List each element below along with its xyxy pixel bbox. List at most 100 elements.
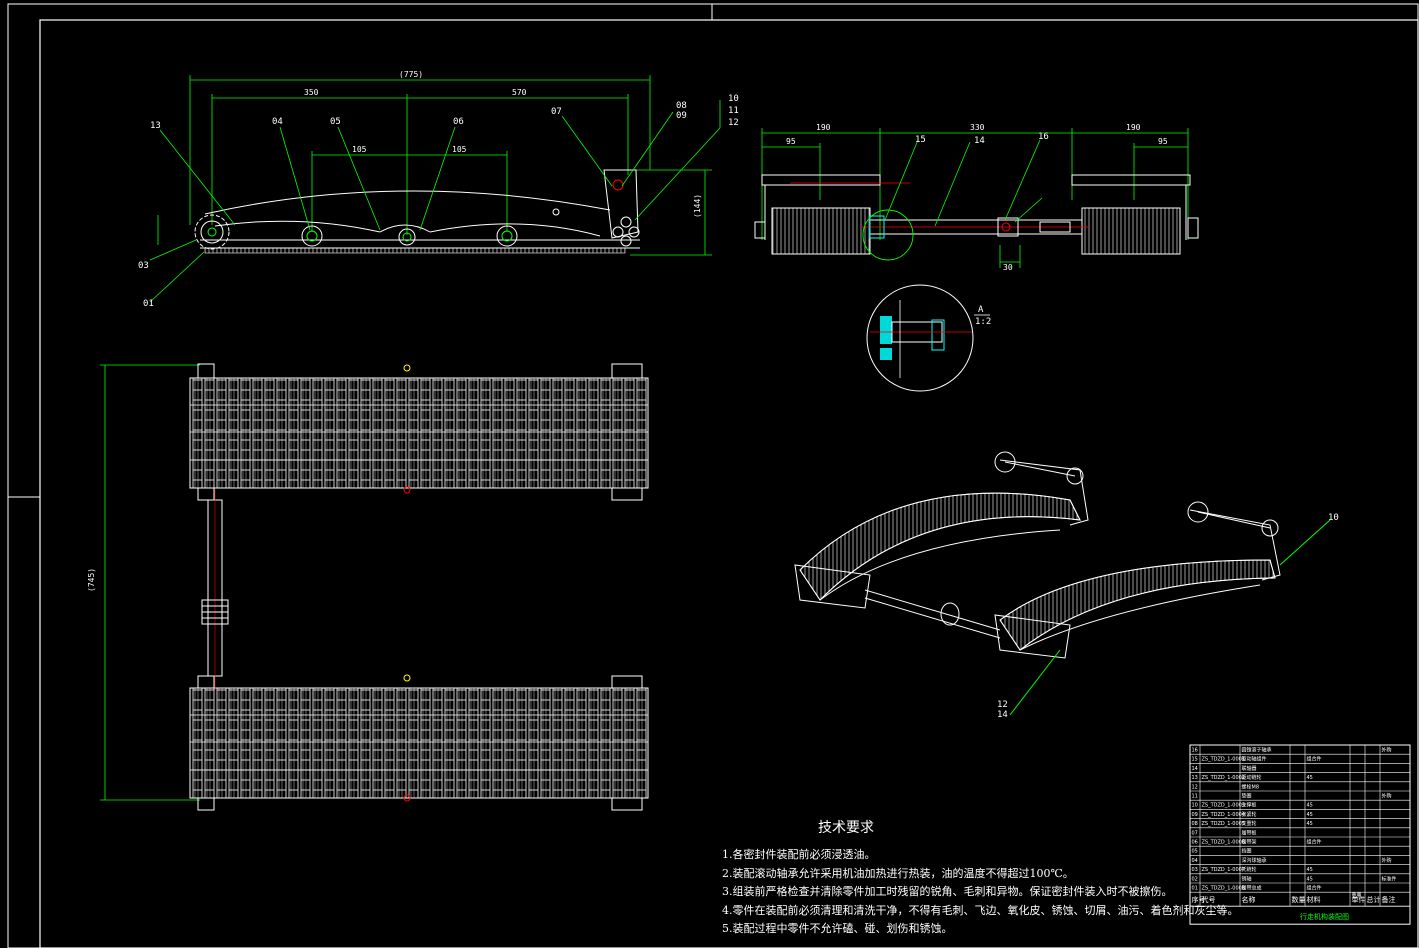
dim-center-span: 330 bbox=[970, 123, 985, 132]
bom-cell: 12 bbox=[1192, 784, 1198, 790]
bom-cell: 挡圈 bbox=[1242, 848, 1252, 855]
bom-cell: 张紧轮 bbox=[1242, 811, 1257, 818]
bom-cell: ZS_TDZD_1-0002 bbox=[1202, 775, 1246, 781]
bom-cell: 45 bbox=[1307, 803, 1313, 809]
plan-overall-width: (745) bbox=[87, 568, 96, 592]
bom-cell: 10 bbox=[1192, 803, 1198, 809]
dim-inner-left: 105 bbox=[352, 145, 367, 154]
cad-drawing-canvas: (775) 350 570 105 105 (144) 13 04 05 06 … bbox=[7, 3, 1419, 948]
bom-cell: 深沟球轴承 bbox=[1242, 857, 1267, 864]
bom-header-cell: 总计 bbox=[1367, 895, 1381, 904]
callout-front-16: 16 bbox=[1038, 132, 1049, 142]
bom-cell: 01 bbox=[1192, 886, 1198, 892]
bom-cell: 45 bbox=[1307, 876, 1313, 882]
bill-of-materials: 16 圆锥滚子轴承 外购15 ZS_TDZD_1-0001驱动轴组件 组合件14 联轴器1… bbox=[1189, 744, 1411, 925]
bom-cell: 09 bbox=[1192, 812, 1198, 818]
bom-cell: 外购 bbox=[1382, 793, 1392, 800]
drawing-title: 行走机构装配图 bbox=[1300, 912, 1349, 921]
callout-front-15: 15 bbox=[915, 135, 926, 145]
plan-axle bbox=[201, 490, 229, 690]
callout-08: 08 bbox=[676, 101, 687, 111]
bom-cell: 13 bbox=[1192, 775, 1198, 781]
side-leaders bbox=[149, 100, 721, 303]
bom-cell: 组合件 bbox=[1307, 756, 1322, 763]
track-frame-side bbox=[200, 169, 640, 249]
bom-cell: 07 bbox=[1192, 830, 1198, 836]
callout-04: 04 bbox=[272, 117, 283, 127]
bom-cell: ZS_TDZD_1-0007 bbox=[1202, 867, 1246, 873]
bom-cell: 08 bbox=[1192, 821, 1198, 827]
bom-cell: ZS_TDZD_1-0008 bbox=[1202, 886, 1246, 892]
bom-cell: 05 bbox=[1192, 849, 1198, 855]
dim-left-span: 350 bbox=[304, 88, 319, 97]
bom-header-cell: 名称 bbox=[1242, 895, 1256, 904]
callout-09: 09 bbox=[676, 111, 687, 121]
track-teeth-side bbox=[204, 247, 626, 254]
bom-cell: 垫圈 bbox=[1242, 793, 1252, 800]
tech-requirement-2: 2.装配滚动轴承允许采用机油加热进行热装，油的温度不得超过100℃。 bbox=[722, 866, 1074, 880]
plan-track-bottom bbox=[189, 674, 649, 811]
bom-cell: 06 bbox=[1192, 840, 1198, 846]
tech-requirement-5: 5.装配过程中零件不允许磕、碰、划伤和锈蚀。 bbox=[722, 921, 953, 935]
bom-cell: 组合件 bbox=[1307, 839, 1322, 846]
callout-05: 05 bbox=[330, 117, 341, 127]
bom-cell: 支重轮 bbox=[1242, 820, 1257, 827]
dim-inner-right: 105 bbox=[452, 145, 467, 154]
iso-callout-10: 10 bbox=[1328, 513, 1339, 523]
dim-small-gap: 30 bbox=[1003, 263, 1013, 272]
bom-cell: 联轴器 bbox=[1242, 765, 1257, 772]
isometric-view bbox=[794, 451, 1331, 716]
bom-weight-label: 重量 bbox=[1352, 892, 1362, 899]
bom-cell: 履带架 bbox=[1242, 840, 1257, 846]
callout-01: 01 bbox=[143, 299, 154, 309]
callout-06: 06 bbox=[453, 117, 464, 127]
bom-cell: 组合件 bbox=[1307, 885, 1322, 892]
bom-cell: 外购 bbox=[1382, 857, 1392, 864]
bom-cell: ZS_TDZD_1-0001 bbox=[1202, 757, 1246, 763]
tech-requirement-3: 3.组装前严格检查并清除零件加工时残留的锐角、毛刺和异物。保证密封件装入时不被擦… bbox=[722, 884, 1173, 898]
bom-cell: 11 bbox=[1192, 794, 1198, 800]
bom-header-cell: 材料 bbox=[1307, 895, 1321, 904]
bom-cell: 外购 bbox=[1382, 747, 1392, 754]
bom-cell: 圆锥滚子轴承 bbox=[1242, 747, 1272, 754]
plan-view: (745) bbox=[87, 363, 649, 811]
dim-height: (144) bbox=[693, 194, 702, 218]
dim-overall-length: (775) bbox=[399, 70, 423, 79]
technical-requirements: 技术要求 1.各密封件装配前必须浸透油。 2.装配滚动轴承允许采用机油加热进行热… bbox=[722, 820, 1239, 935]
bom-cell: ZS_TDZD_1-0003 bbox=[1202, 803, 1246, 809]
tech-requirement-1: 1.各密封件装配前必须浸透油。 bbox=[722, 847, 876, 861]
callout-12: 12 bbox=[728, 118, 739, 128]
dim-right-inner: 95 bbox=[1158, 137, 1168, 146]
plan-track-top bbox=[189, 363, 649, 501]
bom-cell: 销轴 bbox=[1242, 875, 1252, 882]
tech-requirement-4: 4.零件在装配前必须清理和清洗干净，不得有毛刺、飞边、氧化皮、锈蚀、切屑、油污、… bbox=[722, 903, 1239, 917]
dim-right-span: 570 bbox=[512, 88, 527, 97]
bom-header-cell: 代号 bbox=[1202, 895, 1216, 904]
front-track-left bbox=[754, 174, 881, 255]
track-wheels-side bbox=[194, 179, 640, 250]
bom-cell: 04 bbox=[1192, 858, 1198, 864]
bom-cell: 托链轮 bbox=[1242, 866, 1257, 873]
bom-cell: 螺栓M8 bbox=[1242, 783, 1260, 790]
detail-view-a: A 1:2 bbox=[866, 284, 991, 392]
bom-cell: 02 bbox=[1192, 876, 1198, 882]
detail-label: A bbox=[978, 305, 984, 315]
bom-cell: 03 bbox=[1192, 867, 1198, 873]
bom-cell: 14 bbox=[1192, 766, 1198, 772]
callout-13: 13 bbox=[150, 121, 161, 131]
bom-cell: ZS_TDZD_1-0004 bbox=[1202, 812, 1246, 818]
dim-left-inner: 95 bbox=[786, 137, 796, 146]
bom-cell: ZS_TDZD_1-0005 bbox=[1202, 821, 1246, 827]
front-track-right bbox=[1071, 174, 1199, 255]
bom-cell: 15 bbox=[1192, 757, 1198, 763]
bom-cell: ZS_TDZD_1-0006 bbox=[1202, 840, 1246, 846]
bom-cell: 16 bbox=[1192, 748, 1198, 754]
bom-cell: 45 bbox=[1307, 812, 1313, 818]
dim-left-width: 190 bbox=[816, 123, 831, 132]
dim-right-width: 190 bbox=[1126, 123, 1141, 132]
tech-requirements-title: 技术要求 bbox=[818, 820, 874, 836]
bom-cell: 驱动链轮 bbox=[1242, 774, 1262, 781]
callout-front-14: 14 bbox=[974, 136, 985, 146]
bom-cell: 支撑板 bbox=[1242, 802, 1257, 809]
callout-10: 10 bbox=[728, 94, 739, 104]
